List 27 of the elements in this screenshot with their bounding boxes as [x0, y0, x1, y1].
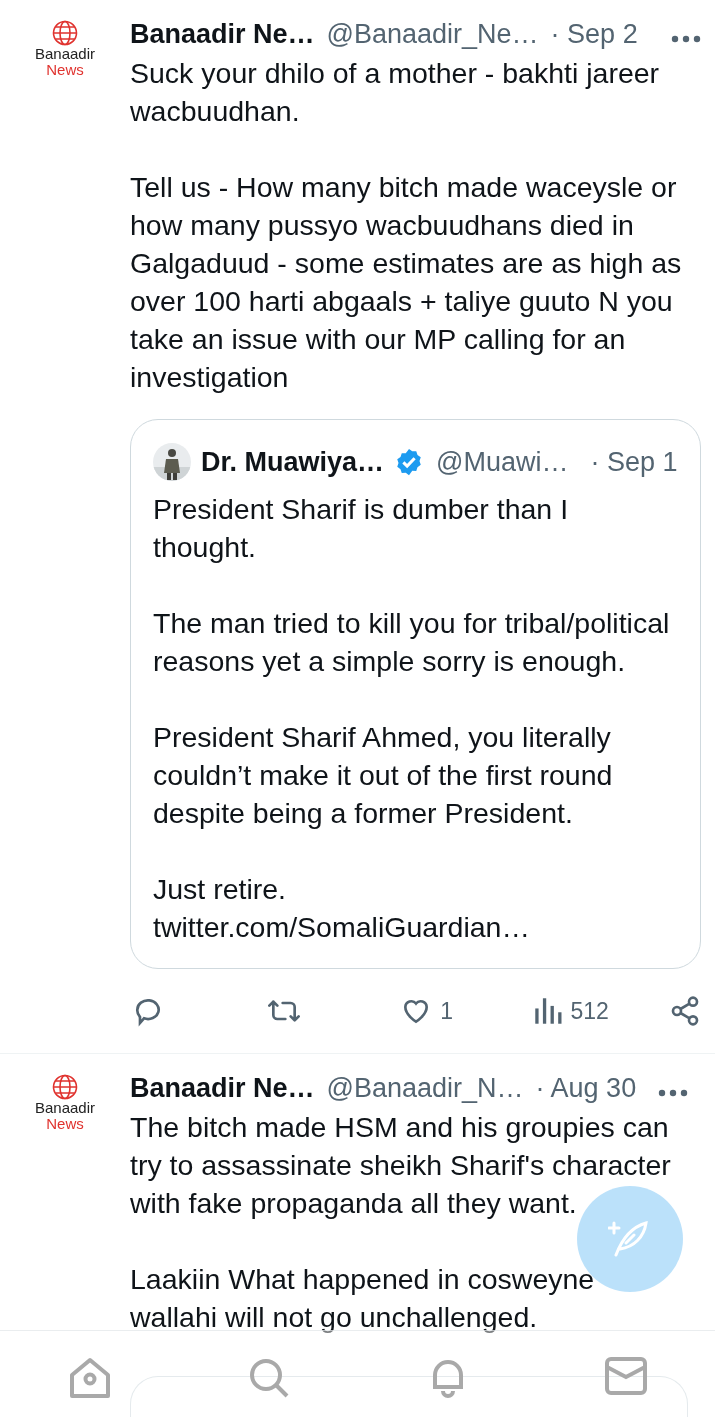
- quoted-text: President Sharif Ahmed, you literally couldn’t make it out of the first round despite being a former President.: [153, 720, 614, 831]
- author-handle[interactable]: @Muawi…: [436, 446, 569, 478]
- author-name[interactable]: Dr. Muawiya…: [201, 446, 385, 478]
- tweet-text: Laakiin What happened in cosweyne wallahi will not go unchallenged.: [130, 1262, 596, 1335]
- count-label: 1: [440, 997, 454, 1025]
- post-time: · Sep 1: [590, 446, 678, 478]
- post-time: · Sep 2: [550, 18, 638, 50]
- tweet-text: The bitch made HSM and his groupies can try to assassinate sheikh Sharif's character with fake propaganda all they want.: [130, 1110, 672, 1221]
- globe-icon: [52, 1074, 78, 1100]
- author-handle[interactable]: @Banaadir_Ne…: [326, 18, 539, 50]
- more-icon[interactable]: [658, 1088, 688, 1097]
- author-name[interactable]: Banaadir Ne…: [130, 18, 315, 50]
- tweet-text: Tell us - How many bitch made waceysle or how many pussyo wacbuudhans died in Galgaduud - some estimates are as high as over 100 harti abgaals + taliye guuto N you take an issue with our MP calling for an investigation: [130, 170, 683, 395]
- more-icon[interactable]: [670, 34, 701, 43]
- quoted-text: President Sharif is dumber than I thought.: [153, 492, 570, 565]
- tweet-text: Suck your dhilo of a mother - bakhti jareer wacbuudhan.: [130, 56, 661, 129]
- quoted-text: The man tried to kill you for tribal/political reasons yet a simple sorry is enough.: [153, 606, 671, 679]
- views-icon[interactable]: [534, 995, 563, 1027]
- author-name[interactable]: Banaadir Ne…: [130, 1072, 315, 1104]
- quoted-text: Just retire. twitter.com/SomaliGuardian…: [153, 872, 531, 945]
- author-handle[interactable]: @Banaadir_N…: [326, 1072, 524, 1104]
- count-label: 512: [570, 997, 609, 1025]
- globe-icon: [52, 20, 78, 46]
- logo-text: Banaadir News: [34, 46, 95, 78]
- logo-text: Banaadir News: [34, 1100, 95, 1132]
- post-time: · Aug 30: [535, 1072, 637, 1104]
- quoted-tweet[interactable]: [130, 419, 701, 969]
